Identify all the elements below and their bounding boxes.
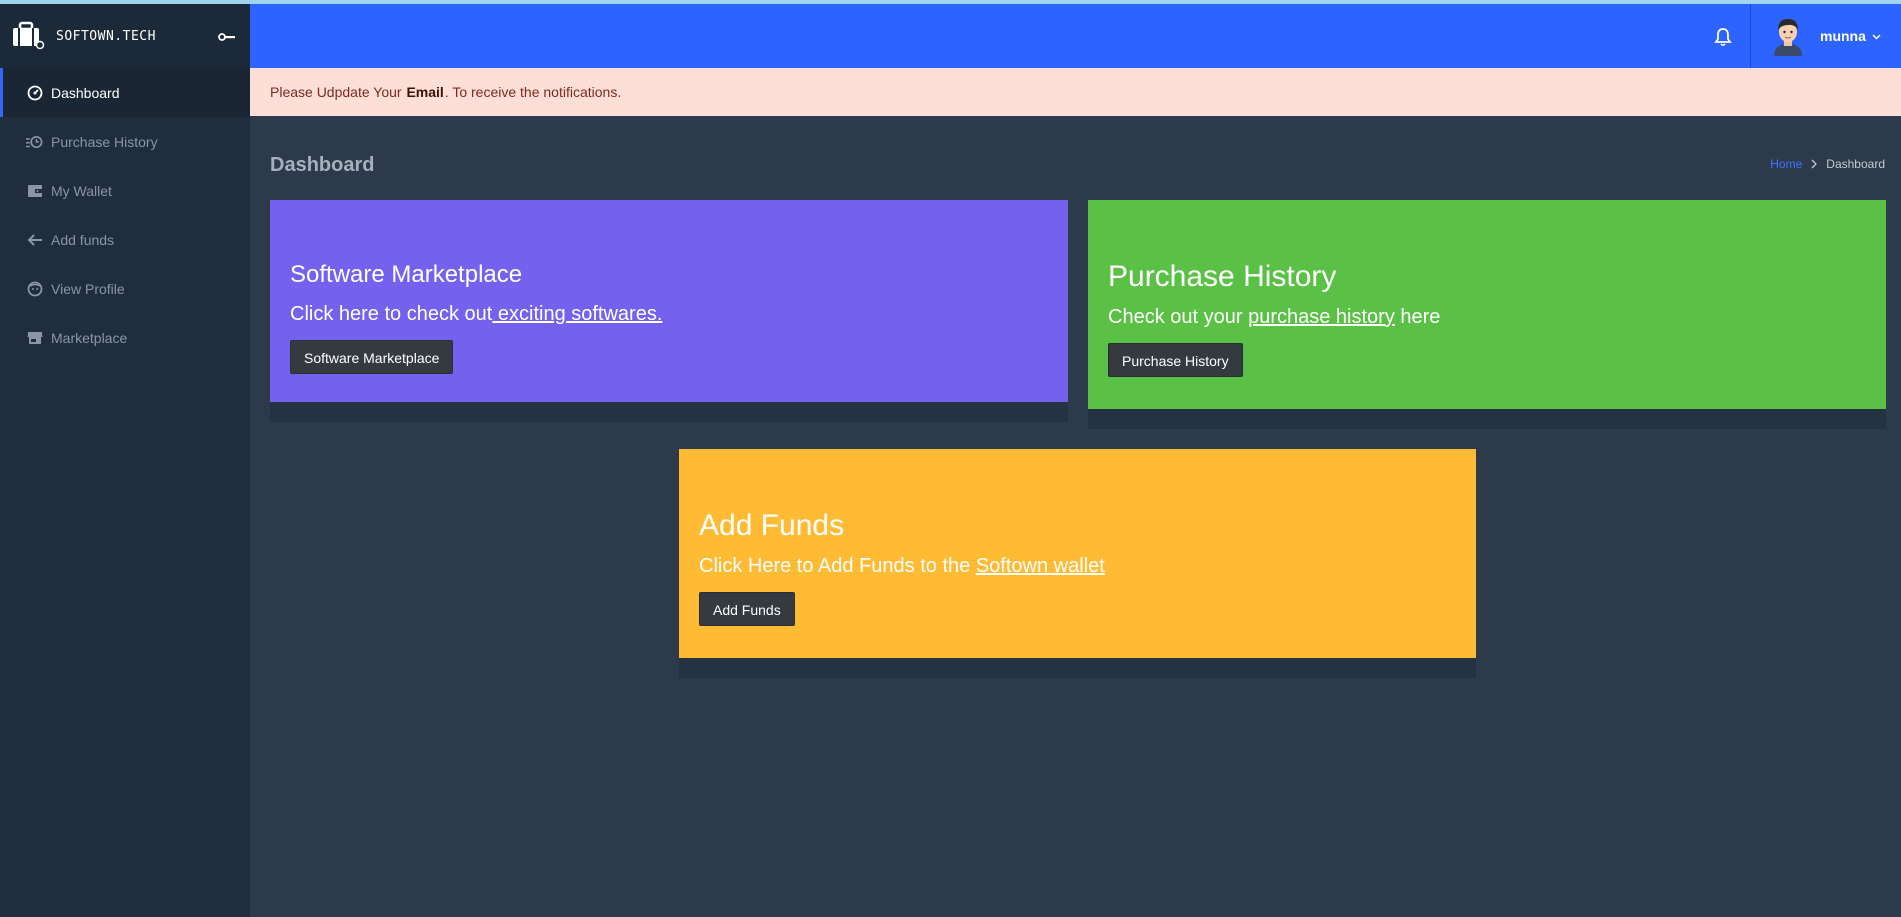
sidebar-nav: Dashboard Purchase History My Wallet Add… [0, 68, 250, 362]
username: munna [1820, 28, 1866, 44]
header-divider [1750, 4, 1751, 68]
software-marketplace-button[interactable]: Software Marketplace [290, 340, 454, 374]
funds-card-text-prefix: Click Here to Add Funds to the [699, 555, 971, 577]
wallet-icon [26, 182, 43, 199]
marketplace-card-link[interactable]: exciting softwares. [492, 303, 663, 325]
purchase-history-button[interactable]: Purchase History [1108, 343, 1243, 377]
alert-prefix: Please Udpdate Your [270, 84, 402, 100]
arrow-left-icon [26, 231, 43, 248]
history-card-container: Purchase History Check out your purchase… [1088, 200, 1886, 429]
marketplace-card-text-prefix: Click here to check out [290, 303, 493, 325]
breadcrumb-home[interactable]: Home [1770, 157, 1802, 171]
face-icon [26, 280, 43, 297]
sidebar-item-dashboard[interactable]: Dashboard [0, 68, 250, 117]
sidebar-item-my-wallet[interactable]: My Wallet [0, 166, 250, 215]
sidebar: SOFTOWN.TECH Dashboard Purchase History [0, 4, 250, 917]
funds-card-title: Add Funds [699, 509, 845, 542]
briefcase-logo-icon [12, 21, 46, 51]
avatar [1770, 16, 1806, 56]
add-funds-button[interactable]: Add Funds [699, 592, 795, 626]
sidebar-item-label: My Wallet [51, 182, 112, 199]
alert-suffix: . To receive the notifications. [444, 84, 622, 100]
sidebar-item-purchase-history[interactable]: Purchase History [0, 117, 250, 166]
marketplace-card-text: Click here to check out exciting softwar… [290, 303, 1068, 326]
bell-icon[interactable] [1714, 27, 1732, 52]
brand[interactable]: SOFTOWN.TECH [0, 4, 250, 68]
history-card-title: Purchase History [1108, 260, 1337, 293]
top-header: munna [250, 4, 1901, 68]
chevron-right-icon [1811, 159, 1818, 169]
history-icon [26, 133, 43, 150]
marketplace-card: Software Marketplace Click here to check… [270, 200, 1068, 402]
user-menu[interactable]: munna [1770, 16, 1881, 56]
sidebar-item-add-funds[interactable]: Add funds [0, 215, 250, 264]
brand-name: SOFTOWN.TECH [56, 28, 156, 44]
sidebar-item-marketplace[interactable]: Marketplace [0, 313, 250, 362]
funds-card-link[interactable]: Softown wallet [976, 555, 1105, 577]
sidebar-item-label: Dashboard [51, 84, 120, 101]
funds-card: Add Funds Click Here to Add Funds to the… [679, 449, 1476, 658]
history-card-text-prefix: Check out your [1108, 306, 1243, 328]
sidebar-item-view-profile[interactable]: View Profile [0, 264, 250, 313]
sidebar-item-label: View Profile [51, 280, 125, 297]
breadcrumb: Home Dashboard [1770, 157, 1885, 171]
sidebar-item-label: Purchase History [51, 133, 158, 150]
history-card-link[interactable]: purchase history [1248, 306, 1395, 328]
sidebar-toggle-icon[interactable] [218, 30, 236, 48]
store-icon [26, 329, 43, 346]
sidebar-item-label: Add funds [51, 231, 115, 248]
email-alert: Please Udpdate Your Email. To receive th… [250, 68, 1901, 116]
sidebar-item-label: Marketplace [51, 329, 128, 346]
history-card-text-suffix: here [1394, 306, 1441, 328]
funds-card-text: Click Here to Add Funds to the Softown w… [699, 555, 1476, 578]
alert-email: Email [406, 84, 444, 100]
page-title: Dashboard [270, 154, 375, 176]
chevron-down-icon [1872, 27, 1881, 45]
dashboard-icon [26, 84, 43, 101]
funds-card-container: Add Funds Click Here to Add Funds to the… [679, 449, 1476, 678]
marketplace-card-container: Software Marketplace Click here to check… [270, 200, 1068, 422]
breadcrumb-current: Dashboard [1826, 157, 1885, 171]
history-card-text: Check out your purchase history here [1108, 306, 1886, 329]
marketplace-card-title: Software Marketplace [290, 261, 523, 288]
history-card: Purchase History Check out your purchase… [1088, 200, 1886, 409]
